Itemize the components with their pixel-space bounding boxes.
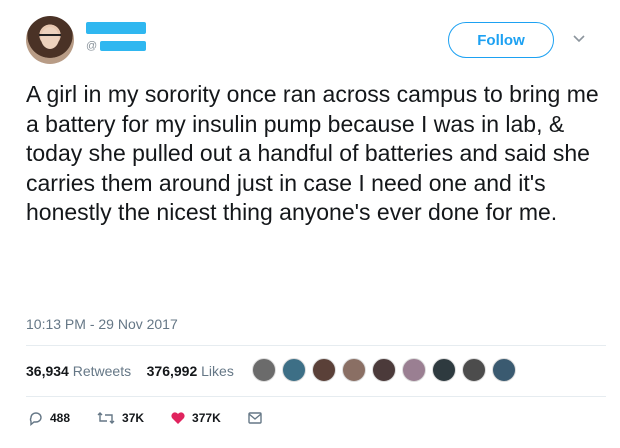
tweet-timestamp[interactable]: 10:13 PM - 29 Nov 2017 xyxy=(26,316,178,332)
envelope-icon xyxy=(248,412,262,424)
retweets-label[interactable]: Retweets xyxy=(73,363,131,379)
display-name-redacted[interactable] xyxy=(86,22,146,34)
chevron-down-icon[interactable] xyxy=(572,31,586,45)
liker-avatars xyxy=(252,358,522,382)
follow-button[interactable]: Follow xyxy=(448,22,554,58)
liker-avatar[interactable] xyxy=(462,358,486,382)
like-count: 377K xyxy=(192,411,221,425)
message-button[interactable] xyxy=(247,410,269,426)
handle-prefix: @ xyxy=(86,40,98,52)
profile-avatar[interactable] xyxy=(26,16,74,64)
reply-button[interactable]: 488 xyxy=(28,410,70,426)
liker-avatar[interactable] xyxy=(372,358,396,382)
liker-avatar[interactable] xyxy=(342,358,366,382)
heart-icon xyxy=(171,412,185,424)
liker-avatar[interactable] xyxy=(432,358,456,382)
reply-icon xyxy=(29,412,42,426)
divider xyxy=(26,345,606,346)
handle-redacted[interactable] xyxy=(100,41,146,51)
liker-avatar[interactable] xyxy=(282,358,306,382)
liker-avatar[interactable] xyxy=(402,358,426,382)
tweet-actions: 488 37K 377K xyxy=(28,410,295,426)
retweet-button[interactable]: 37K xyxy=(96,410,144,426)
liker-avatar[interactable] xyxy=(252,358,276,382)
tweet-text: A girl in my sorority once ran across ca… xyxy=(26,81,599,225)
avatar-glasses xyxy=(39,34,61,40)
tweet-stats: 36,934 Retweets 376,992 Likes xyxy=(26,363,234,379)
liker-avatar[interactable] xyxy=(312,358,336,382)
likes-count[interactable]: 376,992 xyxy=(147,363,198,379)
like-button[interactable]: 377K xyxy=(170,410,221,426)
liker-avatar[interactable] xyxy=(492,358,516,382)
reply-count: 488 xyxy=(50,411,71,425)
retweet-icon xyxy=(97,412,115,424)
retweets-count[interactable]: 36,934 xyxy=(26,363,69,379)
likes-label[interactable]: Likes xyxy=(201,363,234,379)
divider xyxy=(26,396,606,397)
retweet-count: 37K xyxy=(122,411,145,425)
